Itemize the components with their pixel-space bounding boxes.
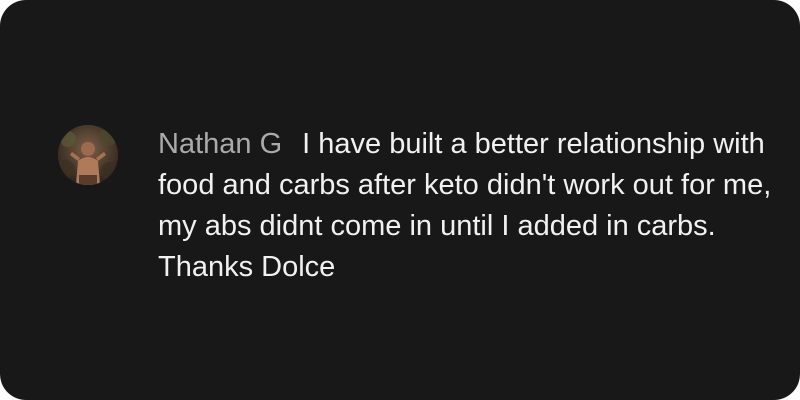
user-avatar[interactable] <box>58 125 118 185</box>
comment-author[interactable]: Nathan G <box>158 128 282 160</box>
comment-content: Nathan GI have built a better relationsh… <box>158 124 778 288</box>
comment-card: Nathan GI have built a better relationsh… <box>0 0 800 400</box>
avatar-photo-icon <box>58 125 118 185</box>
